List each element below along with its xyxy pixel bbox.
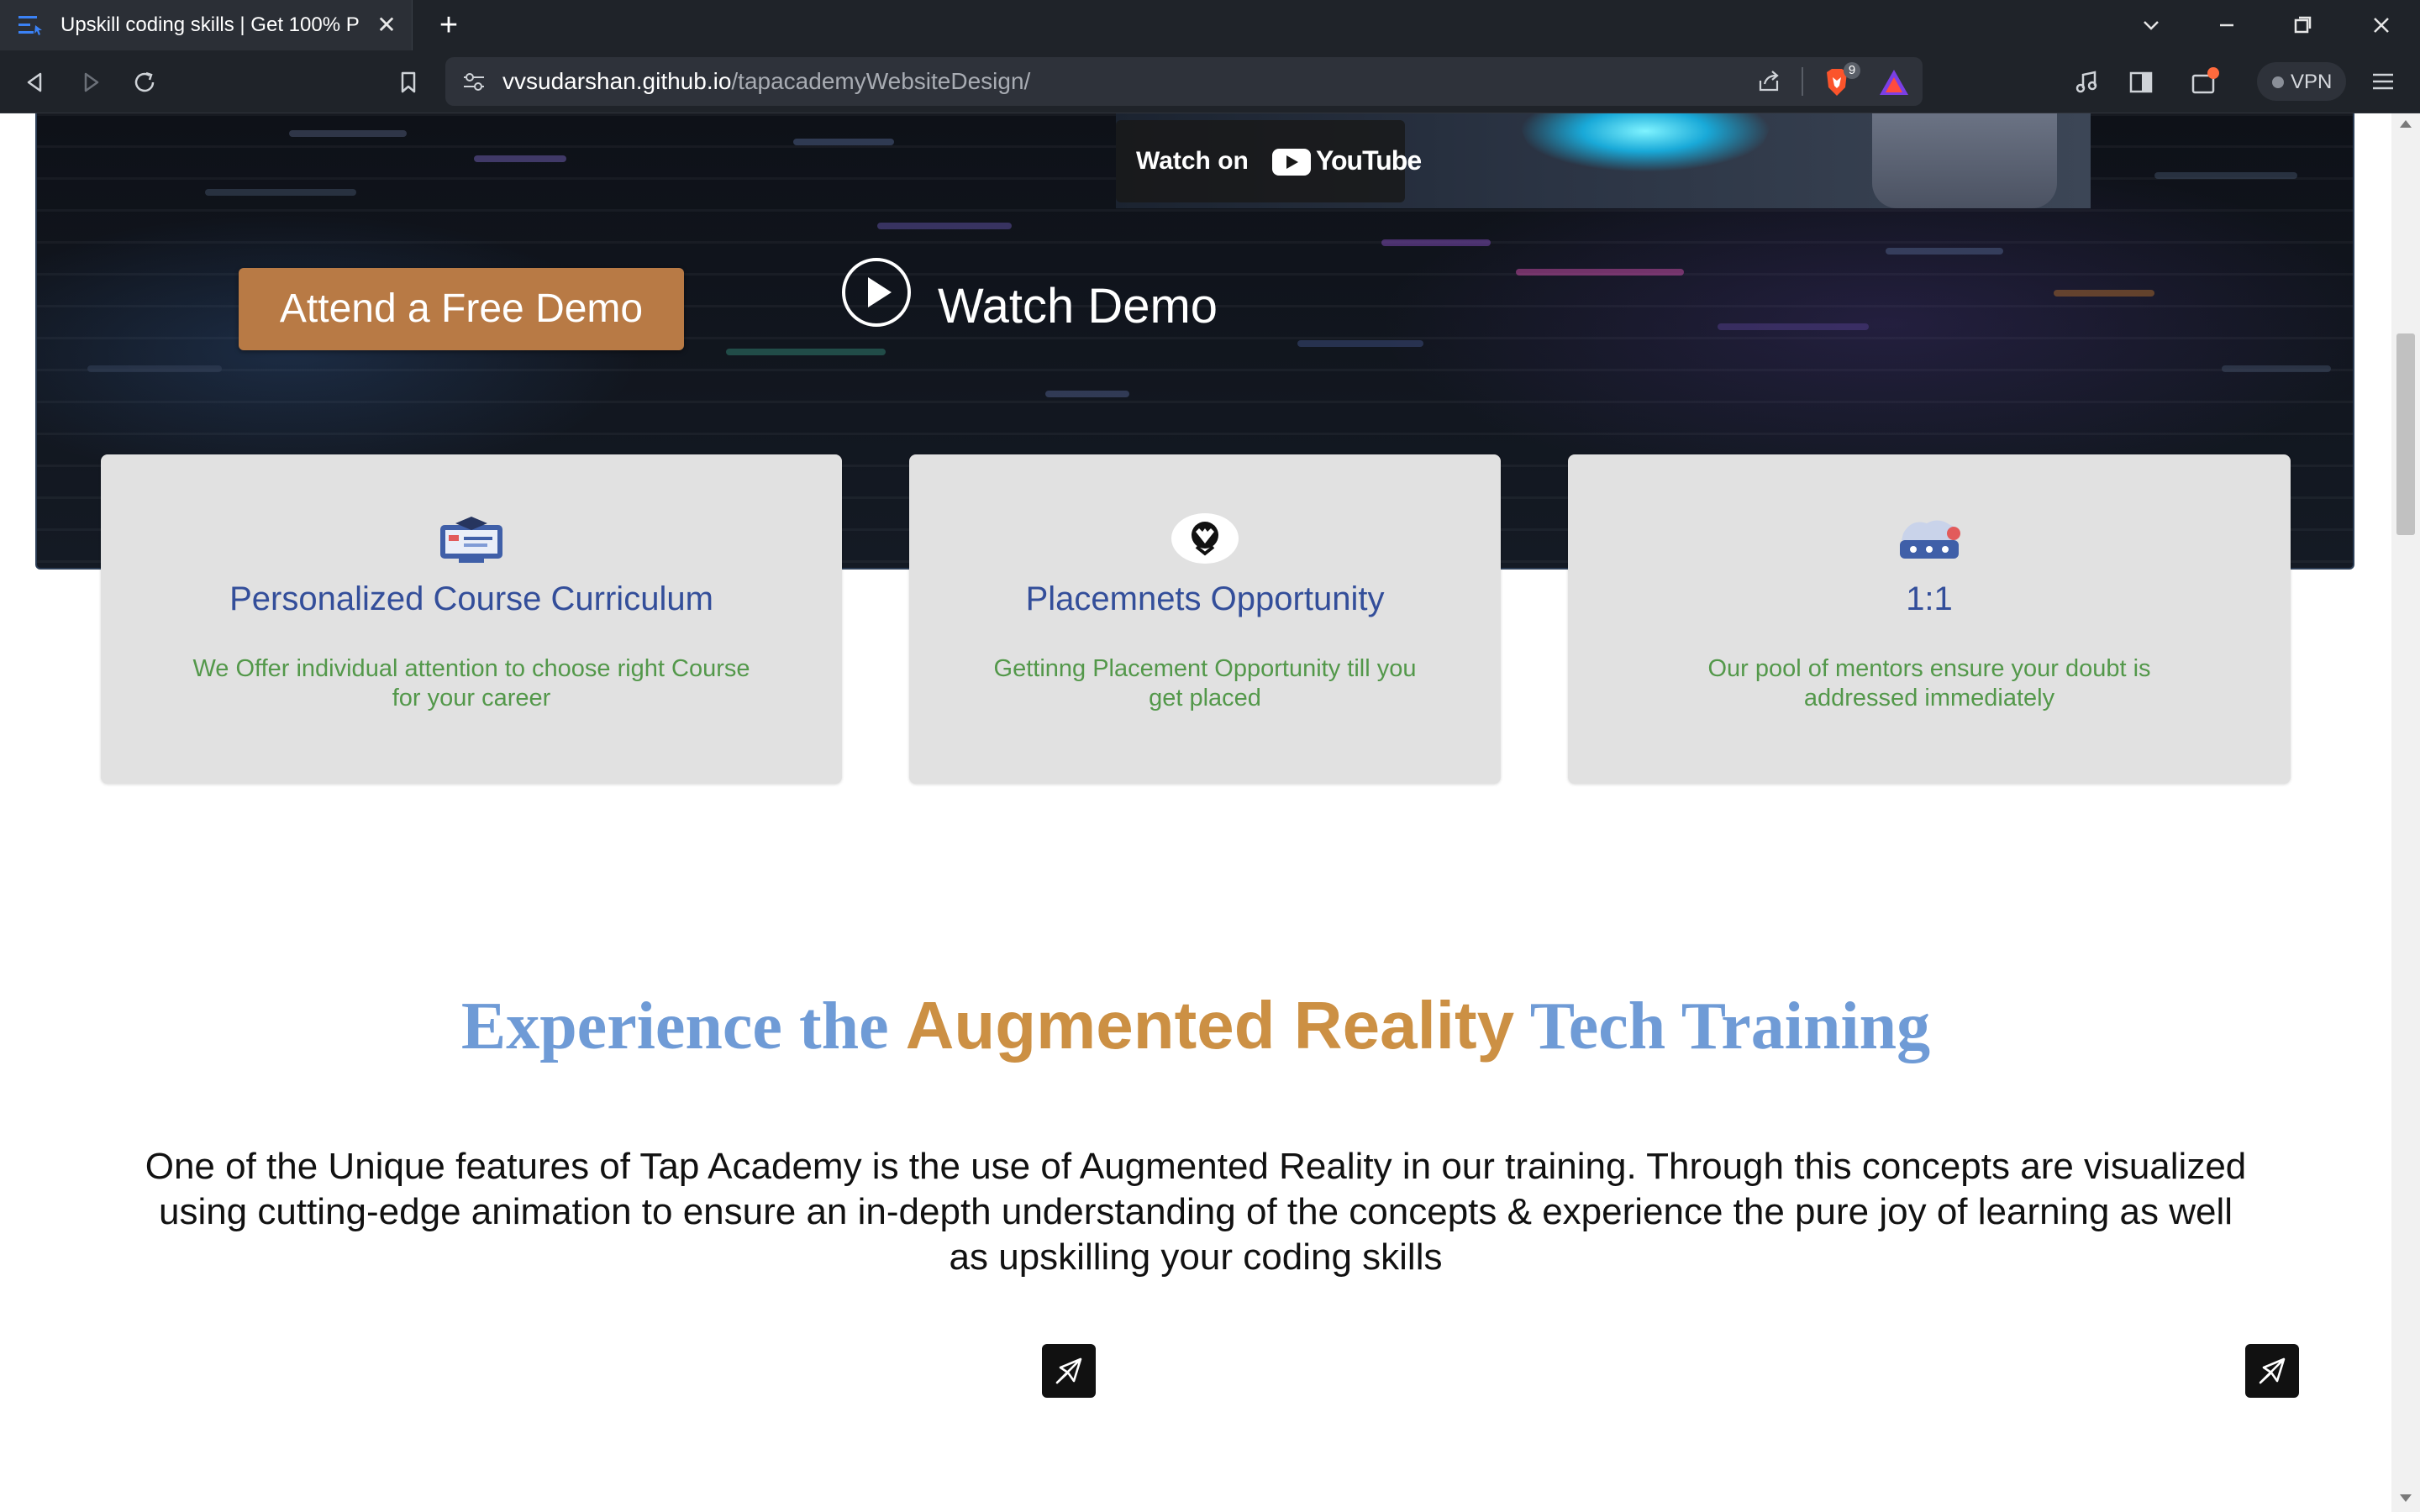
send-button[interactable] <box>2245 1344 2299 1398</box>
youtube-watch-label: Watch on <box>1136 147 1249 175</box>
new-tab-button[interactable]: + <box>434 9 464 41</box>
feature-title: 1:1 <box>1906 580 1953 617</box>
graduation-screen-icon <box>440 517 502 563</box>
feature-card: Personalized Course Curriculum We Offer … <box>101 454 842 784</box>
attend-free-demo-button[interactable]: Attend a Free Demo <box>239 268 684 350</box>
sidebar-icon[interactable] <box>2124 66 2158 99</box>
code-streak <box>2222 365 2331 372</box>
url-divider <box>1802 67 1803 96</box>
shields-count-badge: 9 <box>1844 62 1860 79</box>
feature-card: Placemnets Opportunity Gettinng Placemen… <box>909 454 1501 784</box>
scroll-down-arrow-icon[interactable] <box>2400 1494 2412 1502</box>
ar-section-paragraph: One of the Unique features of Tap Academ… <box>145 1146 2247 1278</box>
heading-text: Experience the <box>460 990 906 1063</box>
play-icon[interactable] <box>842 258 911 327</box>
code-streak <box>877 223 1012 229</box>
feature-title: Personalized Course Curriculum <box>229 580 713 617</box>
url-text[interactable]: vvsudarshan.github.io/tapacademyWebsiteD… <box>502 68 1030 95</box>
site-settings-icon[interactable] <box>462 71 486 92</box>
code-streak <box>2054 290 2154 297</box>
hologram-glow <box>1519 113 1771 172</box>
feature-card: 1:1 Our pool of mentors ensure your doub… <box>1568 454 2291 784</box>
watch-on-youtube-bar[interactable]: Watch on YouTube <box>1116 120 1422 202</box>
browser-tab[interactable]: Upskill coding skills | Get 100% P ✕ <box>0 0 413 50</box>
tab-search-chevron-icon[interactable] <box>2134 12 2168 39</box>
code-streak <box>289 130 407 137</box>
send-arrow-icon <box>1055 1357 1082 1384</box>
scroll-thumb[interactable] <box>2396 333 2415 535</box>
mentor-chat-icon <box>1900 520 1960 559</box>
code-streak <box>1297 340 1423 347</box>
reload-icon[interactable] <box>128 66 161 99</box>
browser-toolbar: vvsudarshan.github.io/tapacademyWebsiteD… <box>0 50 2420 113</box>
page-scrollbar[interactable] <box>2391 113 2420 1512</box>
wallet-icon[interactable] <box>2188 66 2222 99</box>
placement-badge-icon <box>1171 513 1239 564</box>
code-streak <box>726 349 886 355</box>
code-streak <box>1718 323 1869 330</box>
youtube-logo-text: YouTube <box>1316 145 1422 176</box>
brave-rewards-icon[interactable] <box>1877 67 1911 97</box>
url-domain: vvsudarshan.github.io <box>502 68 732 94</box>
code-streak <box>1886 248 2003 255</box>
close-tab-icon[interactable]: ✕ <box>375 13 398 37</box>
code-streak <box>793 139 894 145</box>
url-path: /tapacademyWebsiteDesign/ <box>731 68 1031 94</box>
video-person <box>1872 113 2057 208</box>
code-streak <box>1516 269 1684 276</box>
watch-demo-link[interactable]: Watch Demo <box>938 278 1218 334</box>
close-window-icon[interactable] <box>2365 12 2398 39</box>
tab-title: Upskill coding skills | Get 100% P <box>60 13 360 36</box>
media-music-icon[interactable] <box>2070 66 2104 99</box>
feature-title: Placemnets Opportunity <box>1025 580 1385 617</box>
forward-icon[interactable] <box>74 66 108 99</box>
vpn-button[interactable]: VPN <box>2257 62 2346 101</box>
code-streak <box>474 155 566 162</box>
address-bar[interactable]: vvsudarshan.github.io/tapacademyWebsiteD… <box>445 57 1923 106</box>
vpn-status-dot <box>2272 76 2284 88</box>
minimize-icon[interactable] <box>2210 12 2244 39</box>
code-streak <box>1045 391 1129 397</box>
bookmark-icon[interactable] <box>392 66 425 99</box>
share-icon[interactable] <box>1756 69 1781 94</box>
heading-highlight: Augmented Reality <box>905 988 1515 1063</box>
youtube-play-icon <box>1272 149 1311 176</box>
code-streak <box>87 365 222 372</box>
code-streak <box>2154 172 2297 179</box>
hamburger-menu-icon[interactable] <box>2368 67 2398 96</box>
feature-description: We Offer individual attention to choose … <box>192 655 750 711</box>
back-icon[interactable] <box>18 66 52 99</box>
list-icon <box>18 16 42 35</box>
code-streak <box>205 189 356 196</box>
send-button[interactable] <box>1042 1344 1096 1398</box>
restore-icon[interactable] <box>2286 12 2319 39</box>
tab-bar: Upskill coding skills | Get 100% P ✕ + <box>0 0 2420 50</box>
ar-section-heading: Experience the Augmented Reality Tech Tr… <box>0 987 2391 1065</box>
feature-description: Gettinng Placement Opportunity till you … <box>993 655 1417 711</box>
code-streak <box>1381 239 1491 246</box>
feature-description: Our pool of mentors ensure your doubt is… <box>1707 655 2151 711</box>
page-content: Watch on YouTube Attend a Free Demo Watc… <box>0 113 2391 1512</box>
scroll-up-arrow-icon[interactable] <box>2400 120 2412 128</box>
vpn-label: VPN <box>2291 71 2333 93</box>
send-arrow-icon <box>2259 1357 2286 1384</box>
heading-text: Tech Training <box>1514 990 1931 1063</box>
